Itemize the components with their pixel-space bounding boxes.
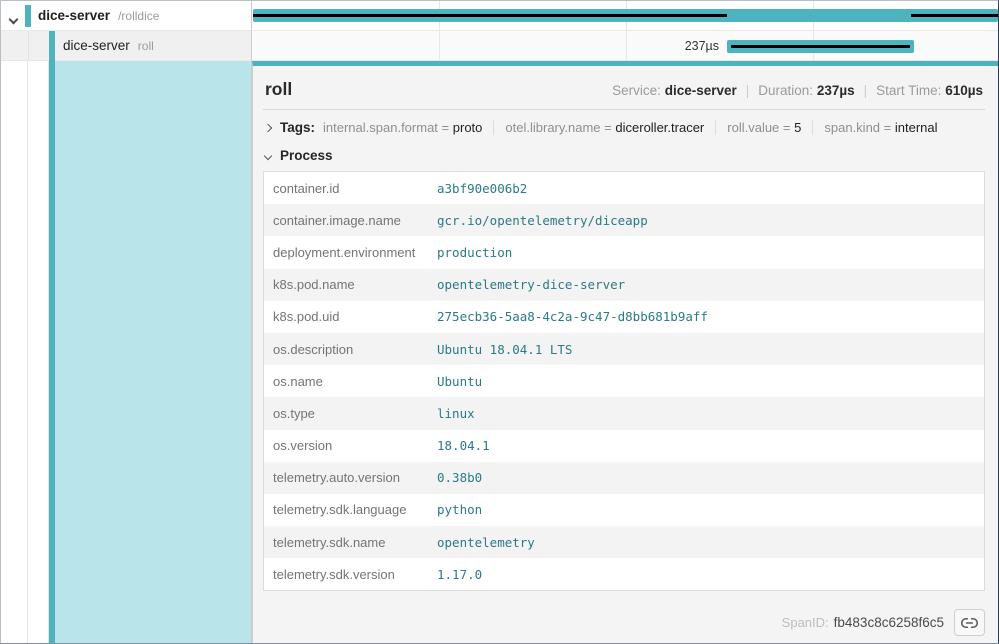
tags-label: Tags:: [280, 120, 315, 135]
table-row: deployment.environmentproduction: [264, 236, 984, 268]
process-value: linux: [437, 406, 475, 421]
process-value: python: [437, 502, 482, 517]
tag-item: span.kind = internal: [812, 120, 948, 135]
service-color-bar: [49, 31, 55, 61]
chevron-down-icon: [9, 15, 19, 25]
table-row: telemetry.sdk.version1.17.0: [264, 558, 984, 590]
span-duration-label: 237µs: [252, 31, 719, 61]
service-color-bar: [25, 5, 31, 27]
process-key: os.version: [264, 438, 437, 453]
process-value: gcr.io/opentelemetry/diceapp: [437, 213, 648, 228]
operation-name: roll: [138, 39, 154, 53]
process-key: telemetry.sdk.name: [264, 535, 437, 550]
timeline-cell: [252, 1, 998, 31]
tag-item: otel.library.name = diceroller.tracer: [493, 120, 715, 135]
table-row: k8s.pod.uid275ecb36-5aa8-4c2a-9c47-d8bb6…: [264, 301, 984, 333]
chevron-down-icon: [264, 151, 272, 159]
table-row: os.nameUbuntu: [264, 365, 984, 397]
spanid-label: SpanID:: [782, 615, 829, 630]
process-key: container.image.name: [264, 213, 437, 228]
tree-indent-guide: [28, 31, 29, 60]
process-key: telemetry.sdk.version: [264, 567, 437, 582]
process-table: container.ida3bf90e006b2 container.image…: [263, 171, 985, 591]
span-detail-panel: roll Service: dice-server|Duration: 237µ…: [252, 61, 998, 643]
table-row: os.descriptionUbuntu 18.04.1 LTS: [264, 333, 984, 365]
tags-section-toggle[interactable]: Tags: internal.span.format = proto otel.…: [253, 110, 998, 139]
tag-item: roll.value = 5: [715, 120, 812, 135]
service-name: dice-server: [63, 38, 130, 53]
process-value: a3bf90e006b2: [437, 181, 527, 196]
process-key: os.type: [264, 406, 437, 421]
process-label: Process: [280, 148, 333, 163]
span-detail-footer: SpanID: fb483c8c6258f6c5: [782, 609, 985, 636]
meta-divider: |: [737, 83, 759, 98]
table-row: os.version18.04.1: [264, 430, 984, 462]
spanid-value: fb483c8c6258f6c5: [834, 615, 944, 630]
table-row: container.ida3bf90e006b2: [264, 172, 984, 204]
critical-path-segment: [911, 14, 998, 17]
span-bar-rolldice[interactable]: [253, 9, 998, 22]
span-bar-roll[interactable]: [727, 40, 914, 53]
table-row: os.typelinux: [264, 397, 984, 429]
chevron-right-icon: [264, 123, 272, 131]
start-time-value: 610µs: [945, 83, 983, 98]
process-key: os.name: [264, 374, 437, 389]
service-name: dice-server: [38, 8, 110, 23]
process-value: 0.38b0: [437, 470, 482, 485]
span-name-cell-roll[interactable]: dice-server roll: [1, 31, 252, 61]
timeline-cell: 237µs: [252, 31, 998, 61]
duration-value: 237µs: [817, 83, 855, 98]
table-row: telemetry.sdk.nameopentelemetry: [264, 526, 984, 558]
table-row: telemetry.sdk.languagepython: [264, 494, 984, 526]
process-value: production: [437, 245, 512, 260]
selected-span-highlight: [55, 61, 251, 643]
process-key: container.id: [264, 181, 437, 196]
process-key: k8s.pod.uid: [264, 309, 437, 324]
process-key: deployment.environment: [264, 245, 437, 260]
tag-item: internal.span.format = proto: [323, 120, 493, 135]
span-name-cell-rolldice[interactable]: dice-server /rolldice: [1, 1, 252, 31]
process-section-toggle[interactable]: Process: [253, 139, 998, 171]
duration-label: Duration:: [758, 83, 813, 98]
critical-path-segment: [731, 45, 910, 48]
table-row: container.image.namegcr.io/opentelemetry…: [264, 204, 984, 236]
tree-indent-column: [28, 61, 49, 643]
process-key: os.description: [264, 342, 437, 357]
selected-span-rail: [1, 61, 252, 643]
process-value: opentelemetry-dice-server: [437, 277, 625, 292]
service-label: Service:: [612, 83, 661, 98]
link-icon: [961, 617, 978, 629]
process-value: Ubuntu: [437, 374, 482, 389]
process-value: opentelemetry: [437, 535, 535, 550]
copy-span-link-button[interactable]: [954, 609, 985, 636]
collapse-children-button[interactable]: [10, 10, 17, 28]
span-row-rolldice[interactable]: dice-server /rolldice: [1, 1, 998, 31]
table-row: telemetry.auto.version0.38b0: [264, 462, 984, 494]
process-key: telemetry.auto.version: [264, 470, 437, 485]
critical-path-segment: [253, 14, 727, 17]
process-key: telemetry.sdk.language: [264, 502, 437, 517]
span-title: roll: [265, 79, 292, 100]
service-value: dice-server: [665, 83, 737, 98]
tree-indent-column: [1, 61, 28, 643]
process-key: k8s.pod.name: [264, 277, 437, 292]
span-row-roll[interactable]: dice-server roll 237µs: [1, 31, 998, 61]
span-detail-header: roll Service: dice-server|Duration: 237µ…: [263, 66, 985, 110]
span-meta: Service: dice-server|Duration: 237µs|Sta…: [612, 83, 983, 98]
process-value: 1.17.0: [437, 567, 482, 582]
process-value: 275ecb36-5aa8-4c2a-9c47-d8bb681b9aff: [437, 309, 708, 324]
jaeger-trace-window: dice-server /rolldice dice-server roll 2…: [0, 0, 999, 644]
meta-divider: |: [855, 83, 877, 98]
process-value: Ubuntu 18.04.1 LTS: [437, 342, 572, 357]
process-value: 18.04.1: [437, 438, 490, 453]
start-time-label: Start Time:: [876, 83, 941, 98]
operation-name: /rolldice: [118, 9, 159, 23]
table-row: k8s.pod.nameopentelemetry-dice-server: [264, 269, 984, 301]
